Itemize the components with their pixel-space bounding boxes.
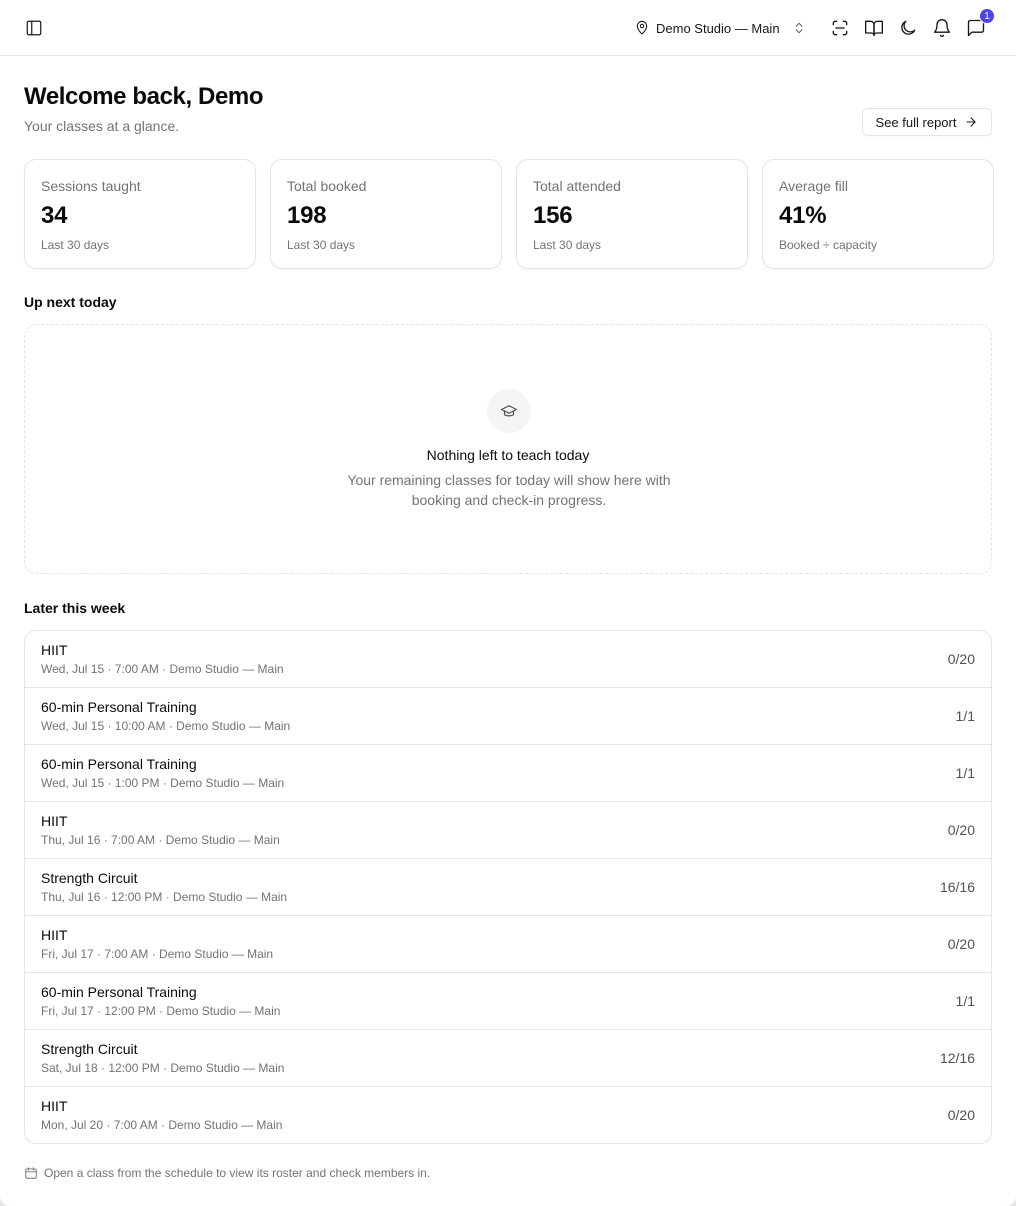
- class-booking-count: 1/1: [955, 765, 975, 781]
- stat-value: 41%: [779, 202, 827, 229]
- class-name: 60-min Personal Training: [41, 699, 197, 715]
- see-full-report-label: See full report: [875, 114, 957, 130]
- class-details: Thu, Jul 16 · 12:00 PM · Demo Studio — M…: [41, 890, 288, 904]
- class-booking-count: 0/20: [947, 936, 975, 952]
- arrow-right-icon: [966, 117, 977, 127]
- bell-icon: [933, 19, 951, 37]
- book-open-icon: [865, 20, 883, 37]
- stat-card-attended: Total attended 156 Last 30 days: [516, 159, 748, 269]
- class-booking-count: 1/1: [955, 993, 975, 1009]
- class-row[interactable]: HIIT Wed, Jul 15 · 7:00 AM · Demo Studio…: [25, 631, 991, 687]
- class-row[interactable]: HIIT Mon, Jul 20 · 7:00 AM · Demo Studio…: [25, 1086, 991, 1143]
- class-row[interactable]: HIIT Fri, Jul 17 · 7:00 AM · Demo Studio…: [25, 915, 991, 972]
- class-name: 60-min Personal Training: [41, 984, 197, 1000]
- empty-state-title: Nothing left to teach today: [426, 447, 590, 463]
- sidebar-toggle-icon: [26, 20, 42, 36]
- stat-note: Booked ÷ capacity: [779, 238, 877, 252]
- stats-grid: Sessions taught 34 Last 30 days Total bo…: [24, 159, 994, 269]
- graduation-cap-icon: [500, 405, 518, 417]
- stat-note: Last 30 days: [287, 238, 356, 252]
- class-booking-count: 1/1: [955, 708, 975, 724]
- stat-label: Average fill: [779, 178, 849, 194]
- stat-card-average-fill: Average fill 41% Booked ÷ capacity: [762, 159, 994, 269]
- stat-label: Total attended: [533, 178, 621, 194]
- stat-card-sessions: Sessions taught 34 Last 30 days: [24, 159, 256, 269]
- stat-card-booked: Total booked 198 Last 30 days: [270, 159, 502, 269]
- page-title: Welcome back, Demo: [24, 83, 264, 110]
- class-booking-count: 0/20: [947, 651, 975, 667]
- class-row[interactable]: 60-min Personal Training Wed, Jul 15 · 1…: [25, 687, 991, 744]
- chevrons-up-down-icon: [795, 22, 802, 34]
- docs-button[interactable]: [860, 14, 888, 42]
- class-name: Strength Circuit: [41, 1041, 138, 1057]
- class-details: Wed, Jul 15 · 10:00 AM · Demo Studio — M…: [41, 719, 291, 733]
- class-details: Thu, Jul 16 · 7:00 AM · Demo Studio — Ma…: [41, 833, 280, 847]
- page-subtitle: Your classes at a glance.: [24, 118, 180, 134]
- class-name: 60-min Personal Training: [41, 756, 197, 772]
- later-this-week-heading: Later this week: [24, 600, 126, 616]
- class-row[interactable]: Strength Circuit Sat, Jul 18 · 12:00 PM …: [25, 1029, 991, 1086]
- map-pin-icon: [636, 20, 648, 35]
- class-booking-count: 0/20: [947, 1107, 975, 1123]
- class-name: HIIT: [41, 813, 68, 829]
- stat-note: Last 30 days: [41, 238, 110, 252]
- class-name: HIIT: [41, 1098, 68, 1114]
- top-bar: Demo Studio — Main 1: [0, 0, 1016, 56]
- moon-icon: [901, 20, 916, 35]
- stat-label: Sessions taught: [41, 178, 141, 194]
- scan-icon: [832, 20, 848, 36]
- scan-button[interactable]: [826, 14, 854, 42]
- class-booking-count: 12/16: [939, 1050, 975, 1066]
- footer-hint-text: Open a class from the schedule to view i…: [44, 1166, 431, 1180]
- up-next-heading: Up next today: [24, 294, 117, 310]
- messages-button[interactable]: 1: [962, 8, 995, 42]
- class-details: Mon, Jul 20 · 7:00 AM · Demo Studio — Ma…: [41, 1118, 283, 1132]
- class-row[interactable]: Strength Circuit Thu, Jul 16 · 12:00 PM …: [25, 858, 991, 915]
- see-full-report-button[interactable]: See full report: [862, 108, 992, 136]
- class-details: Wed, Jul 15 · 7:00 AM · Demo Studio — Ma…: [41, 662, 284, 676]
- class-name: HIIT: [41, 927, 68, 943]
- notifications-button[interactable]: [928, 14, 956, 42]
- class-name: Strength Circuit: [41, 870, 138, 886]
- class-row[interactable]: 60-min Personal Training Wed, Jul 15 · 1…: [25, 744, 991, 801]
- stat-value: 34: [41, 202, 68, 229]
- theme-toggle-button[interactable]: [894, 14, 922, 42]
- location-selector[interactable]: Demo Studio — Main: [628, 14, 808, 42]
- location-label: Demo Studio — Main: [656, 20, 780, 36]
- footer-hint: Open a class from the schedule to view i…: [24, 1166, 430, 1180]
- class-details: Fri, Jul 17 · 12:00 PM · Demo Studio — M…: [41, 1004, 281, 1018]
- stat-value: 156: [533, 202, 573, 229]
- class-name: HIIT: [41, 642, 68, 658]
- messages-badge: 1: [979, 8, 995, 24]
- empty-state-icon-wrap: [487, 389, 531, 433]
- up-next-empty-state: Nothing left to teach today Your remaini…: [24, 324, 992, 574]
- app-frame: Demo Studio — Main 1 Welcome back, Demo …: [0, 0, 1016, 1206]
- class-details: Sat, Jul 18 · 12:00 PM · Demo Studio — M…: [41, 1061, 285, 1075]
- class-row[interactable]: 60-min Personal Training Fri, Jul 17 · 1…: [25, 972, 991, 1029]
- class-details: Wed, Jul 15 · 1:00 PM · Demo Studio — Ma…: [41, 776, 285, 790]
- calendar-icon: [25, 1167, 37, 1179]
- stat-note: Last 30 days: [533, 238, 602, 252]
- class-row[interactable]: HIIT Thu, Jul 16 · 7:00 AM · Demo Studio…: [25, 801, 991, 858]
- stat-label: Total booked: [287, 178, 367, 194]
- class-list: HIIT Wed, Jul 15 · 7:00 AM · Demo Studio…: [24, 630, 992, 1144]
- class-booking-count: 16/16: [939, 879, 975, 895]
- stat-value: 198: [287, 202, 327, 229]
- empty-state-body: Your remaining classes for today will sh…: [347, 472, 671, 508]
- class-booking-count: 0/20: [947, 822, 975, 838]
- class-details: Fri, Jul 17 · 7:00 AM · Demo Studio — Ma…: [41, 947, 274, 961]
- sidebar-toggle-button[interactable]: [20, 14, 48, 42]
